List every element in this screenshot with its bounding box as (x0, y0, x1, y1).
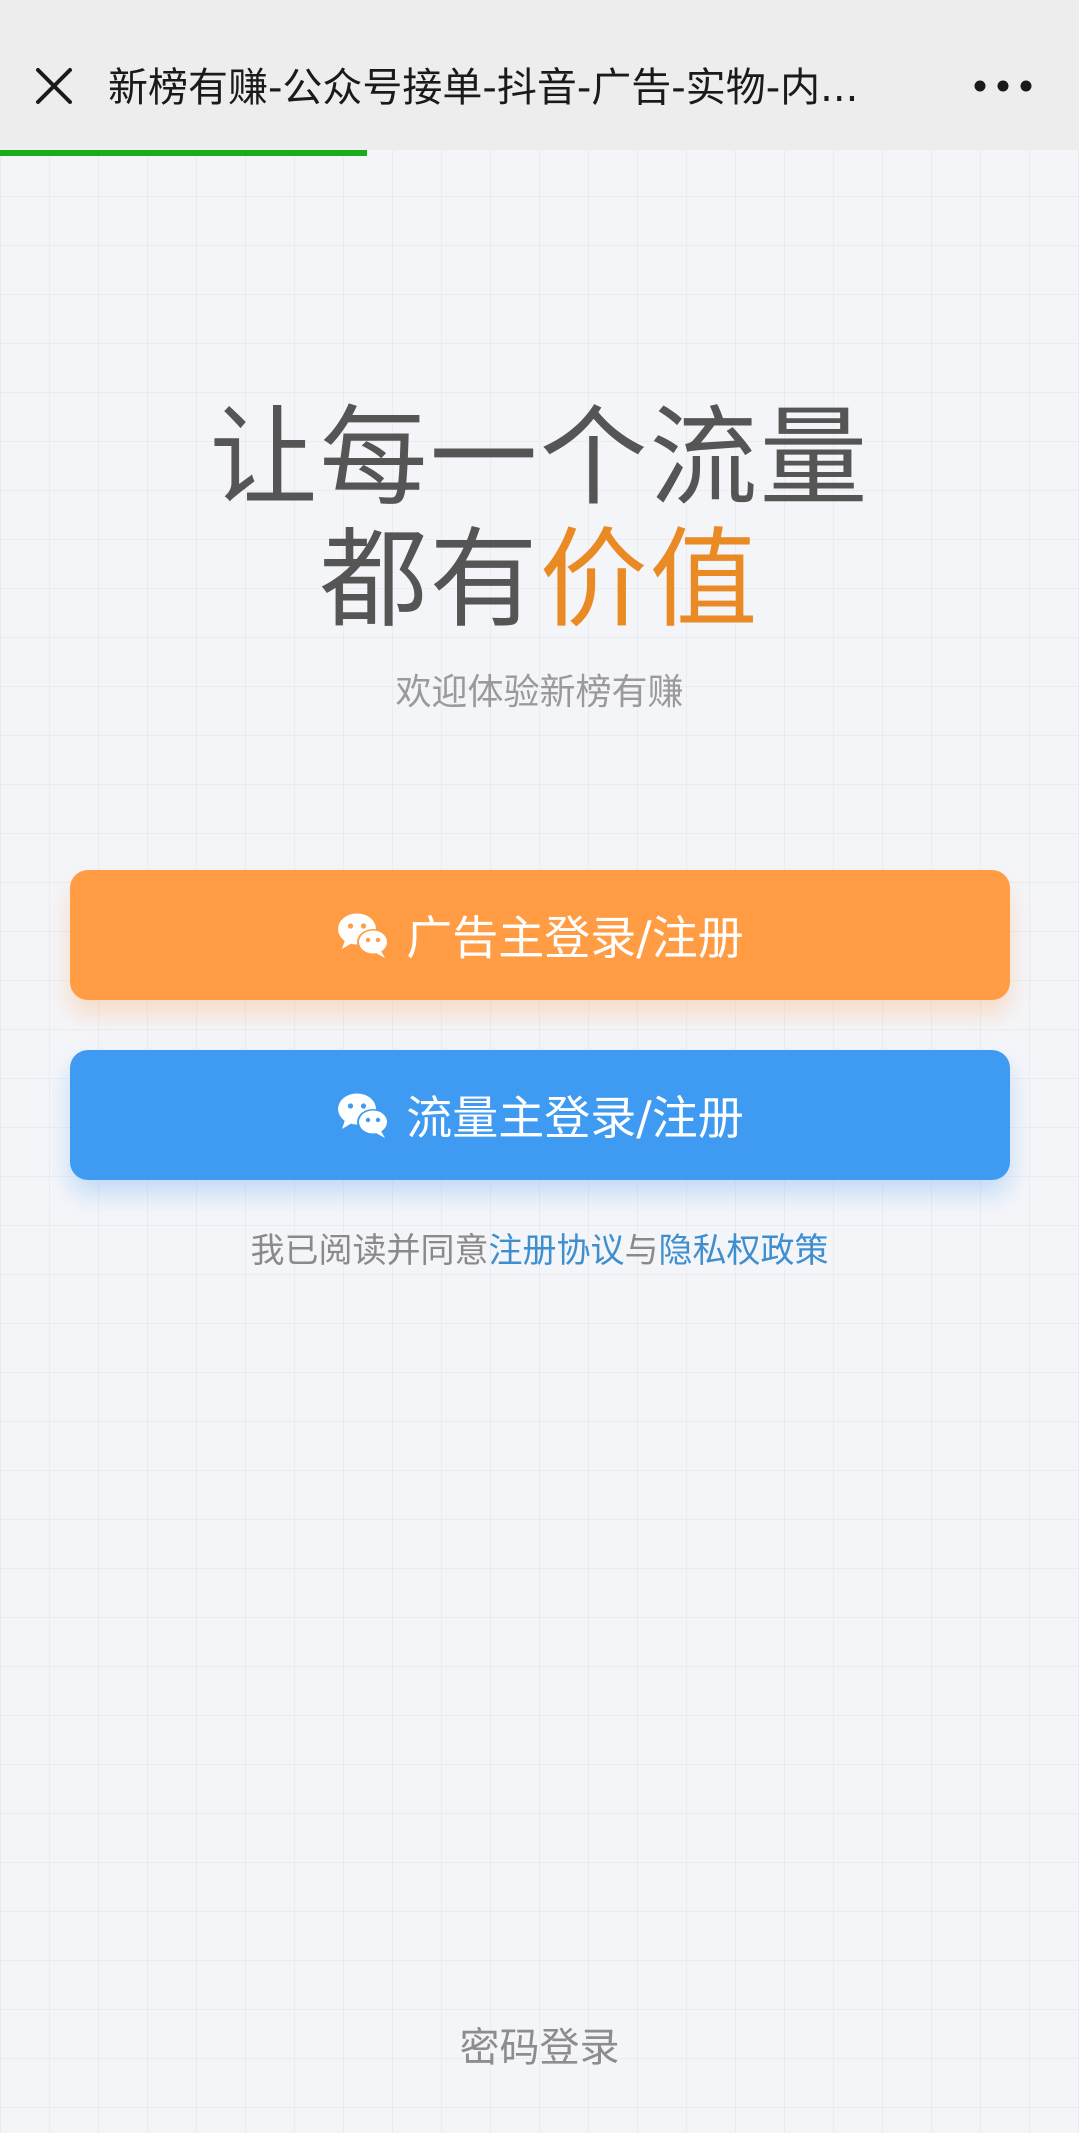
page-load-progress-fill (0, 150, 367, 156)
page-load-progress (0, 150, 1079, 156)
terms-link[interactable]: 注册协议 (489, 1231, 625, 1271)
agreement-prefix: 我已阅读并同意 (250, 1231, 489, 1271)
wechat-icon (336, 1091, 392, 1139)
hero-headline: 让每一个流量 都有价值 (0, 398, 1079, 642)
agreement-connector: 与 (624, 1231, 659, 1271)
title-bar: 新榜有赚-公众号接单-抖音-广告-实物-内... (0, 0, 1079, 150)
password-login-link[interactable]: 密码登录 (0, 2020, 1079, 2076)
advertiser-login-button[interactable]: 广告主登录/注册 (70, 870, 1010, 1000)
close-icon (24, 56, 84, 116)
agreement-text: 我已阅读并同意注册协议与隐私权政策 (0, 1226, 1079, 1276)
close-button[interactable] (24, 56, 84, 116)
wechat-icon (336, 911, 392, 959)
page-title: 新榜有赚-公众号接单-抖音-广告-实物-内... (108, 65, 859, 111)
more-dots-icon (968, 64, 1038, 108)
hero-subtitle: 欢迎体验新榜有赚 (395, 672, 684, 713)
hero-line-2-prefix: 都有 (319, 518, 540, 643)
traffic-owner-login-button[interactable]: 流量主登录/注册 (70, 1050, 1010, 1180)
advertiser-login-label: 广告主登录/注册 (406, 911, 744, 965)
privacy-policy-link[interactable]: 隐私权政策 (659, 1231, 829, 1271)
traffic-owner-login-label: 流量主登录/注册 (406, 1091, 744, 1145)
more-options-button[interactable] (968, 64, 1038, 108)
hero-line-2-accent: 价值 (539, 518, 760, 643)
hero-line-1: 让每一个流量 (209, 396, 870, 521)
